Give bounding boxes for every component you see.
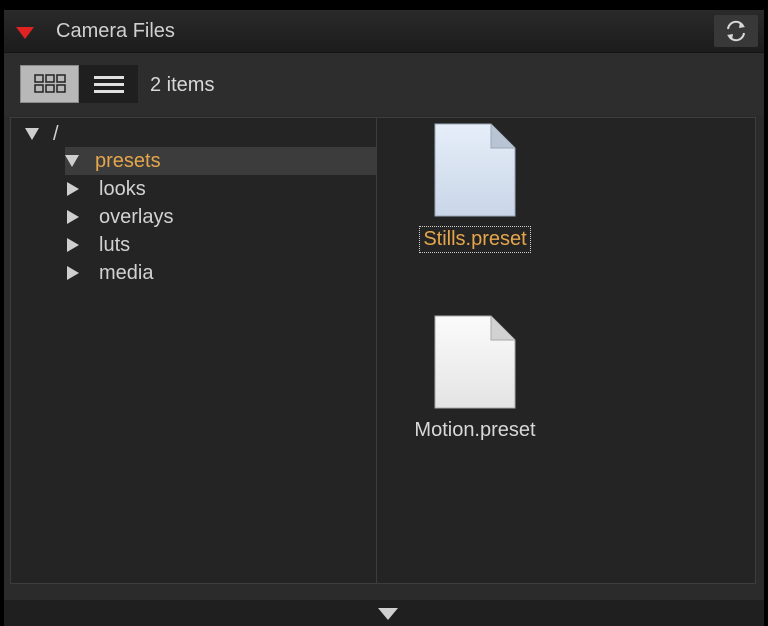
tree-item-looks[interactable]: looks	[67, 175, 357, 203]
collapsed-arrow-icon[interactable]	[67, 182, 79, 196]
caret-down-icon[interactable]	[16, 27, 34, 39]
view-mode-toggle	[20, 65, 138, 103]
file-grid: Stills.preset Motion.preset	[377, 118, 755, 583]
tree-item-root[interactable]: /	[25, 120, 365, 148]
tree-item-label: looks	[99, 177, 146, 200]
panel-title: Camera Files	[56, 20, 175, 42]
caret-down-icon[interactable]	[378, 608, 398, 620]
document-icon	[434, 123, 516, 217]
file-item-motion[interactable]: Motion.preset	[395, 314, 555, 443]
folder-tree: / presets looks overlays luts media	[11, 118, 377, 583]
tree-item-presets[interactable]: presets	[65, 147, 376, 175]
file-name: Stills.preset	[419, 226, 531, 253]
tree-item-luts[interactable]: luts	[67, 231, 357, 259]
tree-item-label: presets	[95, 149, 161, 172]
tree-item-label: media	[99, 261, 154, 284]
collapsed-arrow-icon[interactable]	[67, 266, 79, 280]
collapsed-arrow-icon[interactable]	[67, 210, 79, 224]
document-icon	[434, 315, 516, 409]
grid-view-icon	[33, 74, 66, 93]
tree-item-overlays[interactable]: overlays	[67, 203, 357, 231]
camera-files-panel: Camera Files 2 items / presets looks ove…	[4, 10, 764, 626]
refresh-icon	[727, 20, 745, 42]
toolbar: 2 items	[4, 53, 764, 115]
tree-item-label: luts	[99, 233, 131, 256]
panel-footer	[4, 600, 764, 626]
expand-arrow-icon[interactable]	[25, 128, 39, 140]
tree-item-media[interactable]: media	[67, 259, 357, 287]
file-name: Motion.preset	[414, 419, 536, 441]
grid-view-button[interactable]	[20, 65, 79, 103]
tree-item-label: /	[53, 122, 59, 145]
tree-item-label: overlays	[99, 205, 174, 228]
refresh-button[interactable]	[714, 15, 758, 47]
file-item-stills[interactable]: Stills.preset	[395, 122, 555, 253]
file-browser: / presets looks overlays luts media Stil…	[10, 117, 756, 584]
list-view-button[interactable]	[79, 65, 138, 103]
items-count: 2 items	[150, 74, 215, 96]
collapsed-arrow-icon[interactable]	[67, 238, 79, 252]
list-view-icon	[93, 76, 124, 93]
expand-arrow-icon[interactable]	[65, 155, 79, 167]
panel-header: Camera Files	[4, 10, 764, 53]
